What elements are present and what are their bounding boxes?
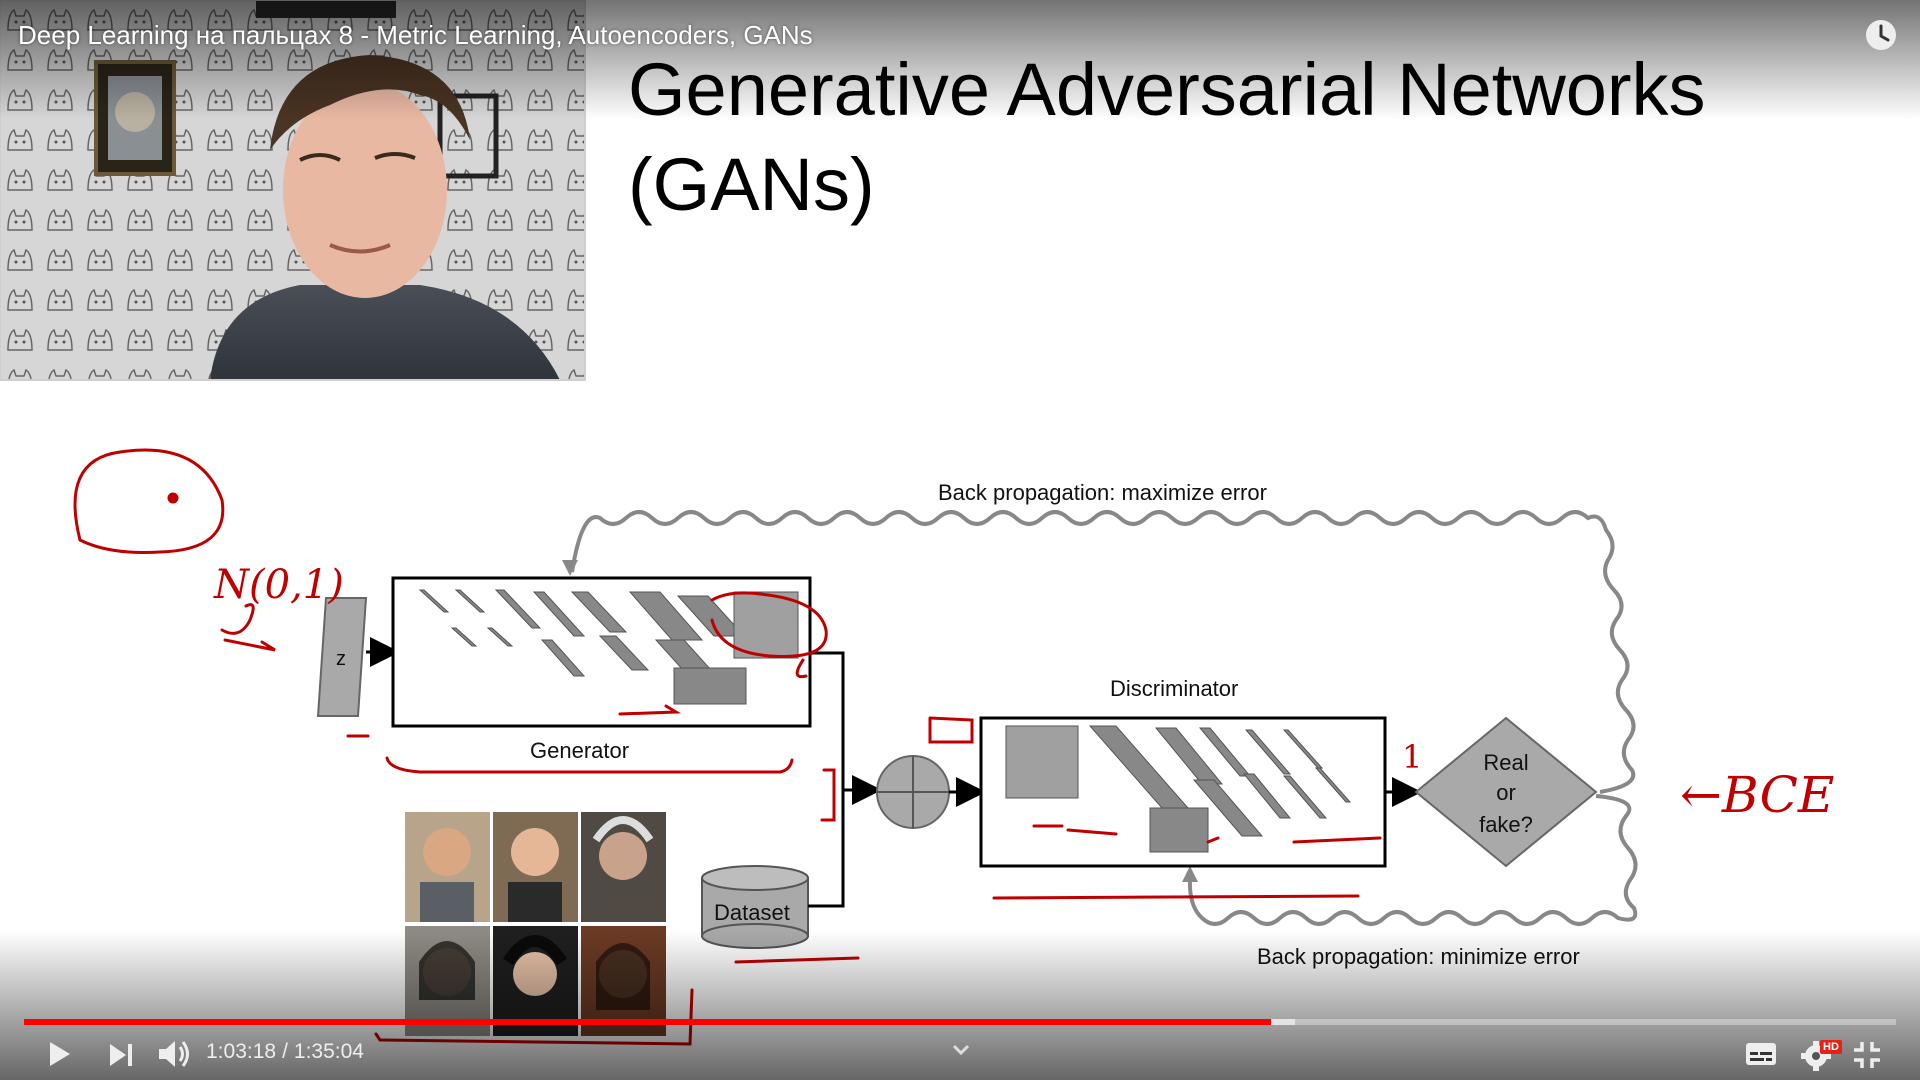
time-display: 1:03:18/1:35:04 (206, 1040, 370, 1064)
face-image-grid (405, 812, 666, 1036)
dataset-cylinder: Dataset (701, 865, 809, 949)
clock-icon (1866, 20, 1896, 50)
backprop-maximize-label: Back propagation: maximize error (938, 480, 1267, 505)
mixer-node (876, 755, 950, 829)
backprop-minimize-label: Back propagation: minimize error (1257, 944, 1580, 969)
next-button[interactable] (104, 1038, 138, 1072)
settings-button[interactable]: HD (1798, 1036, 1844, 1072)
slide-title-line2: (GANs) (628, 143, 875, 226)
video-title[interactable]: Deep Learning на пальцах 8 - Metric Lear… (18, 20, 813, 51)
time-separator: / (282, 1040, 288, 1063)
annotation-normal-dist: N(0,1) (213, 562, 344, 608)
play-button[interactable] (40, 1036, 76, 1072)
discriminator-block: Discriminator (979, 676, 1387, 868)
volume-button[interactable] (154, 1034, 194, 1074)
real-or-fake-node: Real or fake? (1414, 716, 1598, 868)
annotation-bce: ←BCE (1680, 766, 1834, 824)
video-frame[interactable]: Generative Adversarial Networks (GANs) B… (0, 0, 1920, 1080)
decision-line2: or (1496, 780, 1516, 805)
next-icon (110, 1044, 132, 1066)
slide-canvas: Generative Adversarial Networks (GANs) B… (0, 0, 1834, 1046)
subtitles-icon (1746, 1043, 1776, 1065)
hd-badge: HD (1820, 1040, 1842, 1054)
duration: 1:35:04 (293, 1040, 364, 1063)
slide-title-line1: Generative Adversarial Networks (628, 48, 1706, 131)
progress-bar[interactable] (24, 1019, 1896, 1025)
annotation-label-one: 1 (1402, 738, 1422, 776)
webcam-inset (0, 0, 586, 381)
generator-label: Generator (530, 738, 629, 763)
expand-chapters-button[interactable] (946, 1038, 976, 1062)
dataset-label: Dataset (714, 900, 790, 925)
decision-line3: fake? (1479, 812, 1533, 837)
progress-played (24, 1019, 1271, 1025)
exit-fullscreen-icon (1854, 1042, 1880, 1068)
decision-line1: Real (1483, 750, 1528, 775)
watch-later-button[interactable] (1864, 18, 1898, 52)
latent-vector-z: z (316, 597, 368, 717)
generator-block: Generator (391, 576, 812, 763)
volume-icon (159, 1041, 189, 1067)
z-label: z (336, 648, 346, 670)
subtitles-button[interactable] (1744, 1040, 1778, 1068)
current-time: 1:03:18 (206, 1040, 277, 1063)
chevron-down-icon (952, 1044, 970, 1056)
discriminator-label: Discriminator (1110, 676, 1238, 701)
exit-fullscreen-button[interactable] (1850, 1038, 1884, 1072)
play-icon (50, 1042, 70, 1066)
